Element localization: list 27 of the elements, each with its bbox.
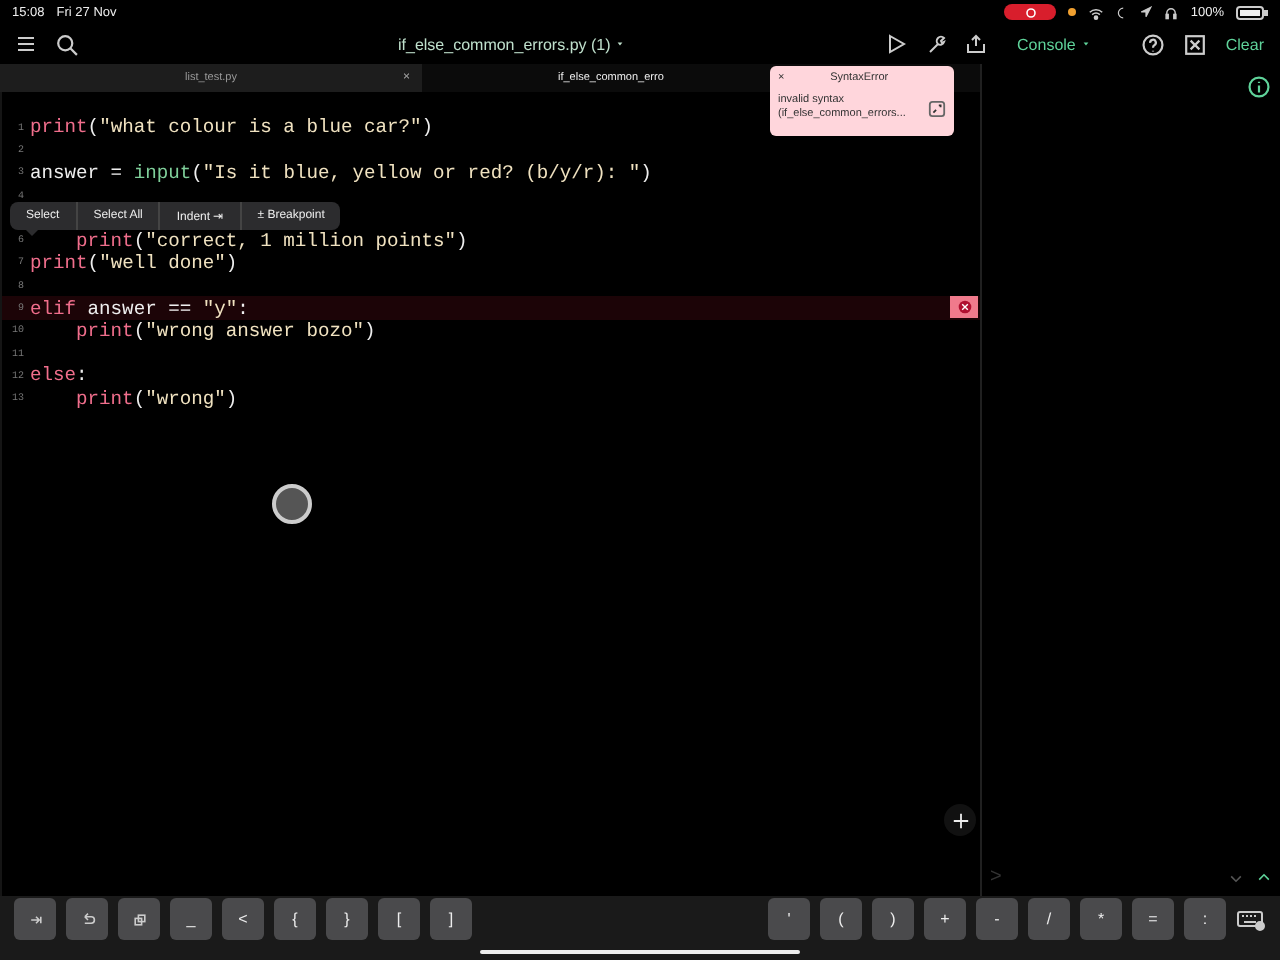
key-button[interactable]: + [924,898,966,940]
code-line: answer = input("Is it blue, yellow or red? (b/y/r): ") [30,161,652,184]
key-button[interactable]: ] [430,898,472,940]
key-button[interactable]: < [222,898,264,940]
key-button[interactable]: _ [170,898,212,940]
key-button[interactable]: { [274,898,316,940]
key-button[interactable]: ( [820,898,862,940]
console-menu[interactable]: Console [1017,35,1090,53]
key-button[interactable]: * [1080,898,1122,940]
code-line: print("wrong answer bozo") [74,319,376,342]
code-line: print("correct, 1 million points") [74,229,468,252]
clear-button[interactable]: Clear [1225,35,1264,53]
code-line: elif answer == "y": [30,297,249,320]
code-line: print("what colour is a blue car?") [30,116,434,139]
code-line: else: [30,364,88,387]
key-button[interactable]: } [326,898,368,940]
key-button[interactable]: - [976,898,1018,940]
file-title[interactable]: if_else_common_errors.py (1) [398,35,611,53]
code-line: print("well done") [30,251,238,274]
key-button[interactable]: = [1132,898,1174,940]
key-button[interactable]: ' [768,898,810,940]
key-button[interactable]: [ [378,898,420,940]
key-button[interactable]: : [1184,898,1226,940]
code-line: print("wrong") [74,387,238,410]
key-button[interactable]: ) [872,898,914,940]
console-prompt: > [990,866,1002,888]
key-button[interactable]: / [1028,898,1070,940]
